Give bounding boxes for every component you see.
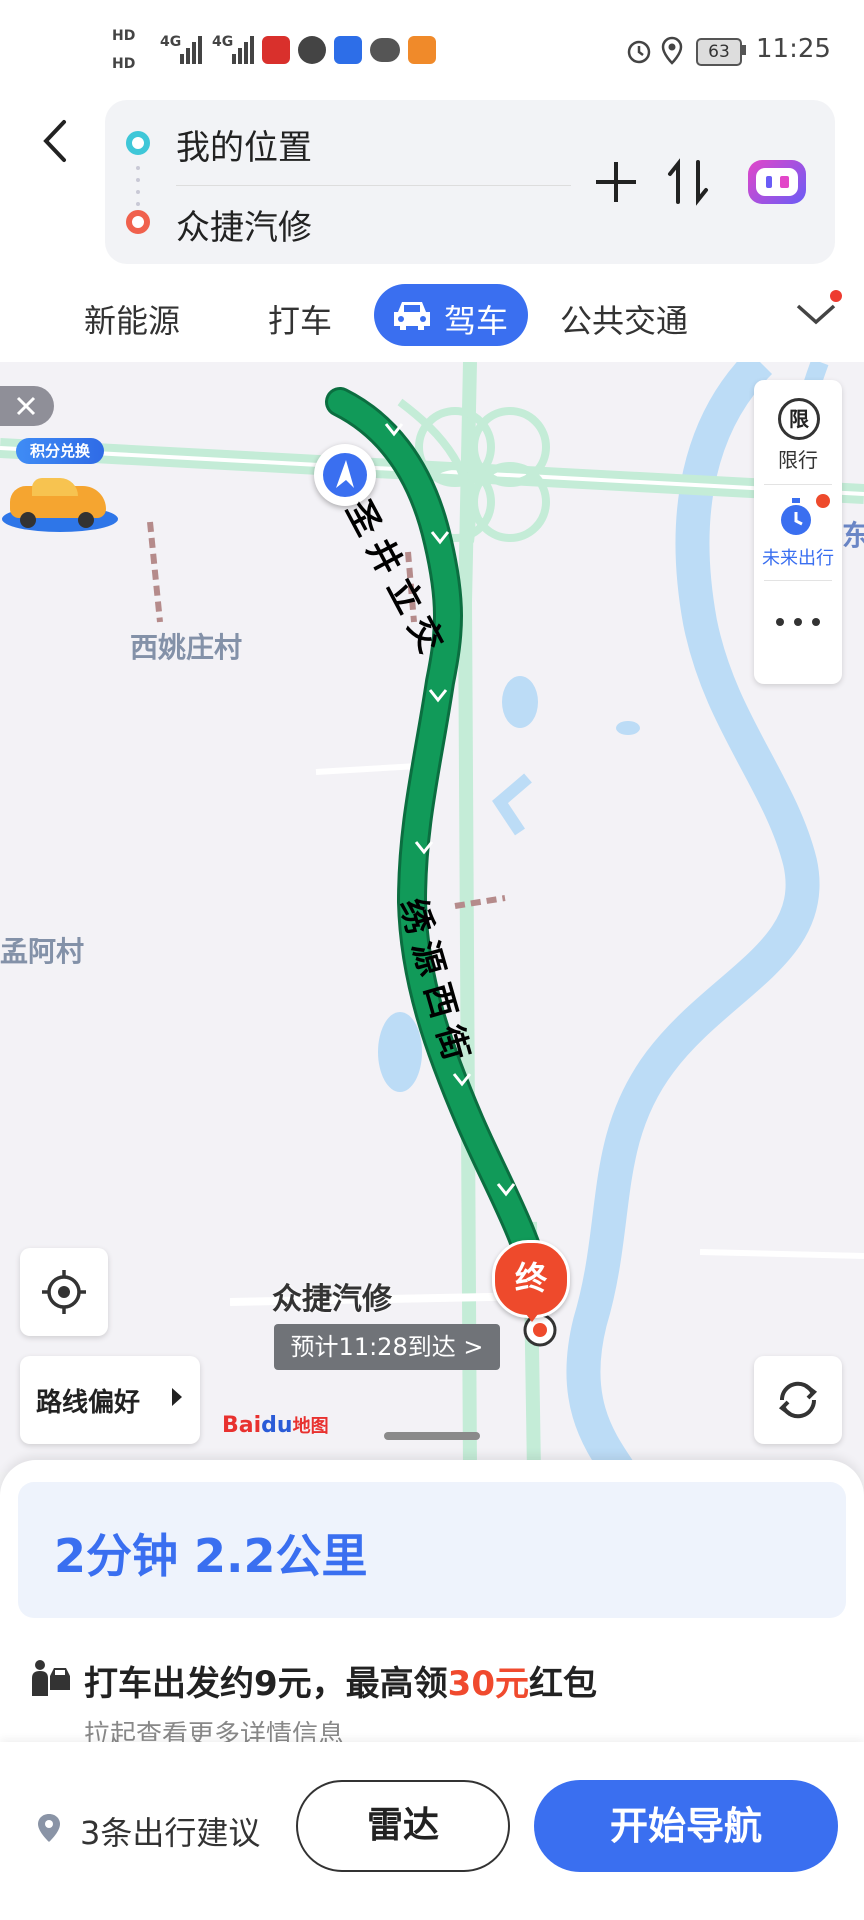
radar-button-label: 雷达	[366, 1805, 439, 1846]
origin-field[interactable]: 我的位置	[176, 120, 312, 169]
network2-indicator: 4G	[212, 34, 234, 50]
future-travel-dot	[816, 494, 830, 508]
village-label-menga: 孟阿村	[0, 935, 85, 968]
destination-map-label: 众捷汽修	[272, 1282, 392, 1317]
logo-bai: Bai	[222, 1413, 262, 1438]
battery-tip	[742, 45, 746, 55]
village-label-xiyaozhuang: 西姚庄村	[130, 631, 243, 664]
tab-taxi[interactable]: 打车	[268, 296, 332, 342]
clock: 11:25	[756, 34, 831, 64]
east-label: 东	[842, 519, 864, 552]
hd1-indicator: HD	[112, 28, 136, 44]
route-distance: 2.2公里	[194, 1529, 368, 1583]
taxi-offer-suffix: 红包	[529, 1664, 597, 1704]
start-navigation-label: 开始导航	[609, 1804, 762, 1848]
pin-icon	[38, 1814, 60, 1842]
locate-button[interactable]	[20, 1248, 108, 1336]
route-preference-button[interactable]: 路线偏好	[20, 1356, 200, 1444]
travel-suggestions-link[interactable]: 3条出行建议	[80, 1808, 260, 1854]
eta-badge[interactable]: 预计11:28到达 >	[274, 1324, 500, 1370]
status-bar: HD HD 4G 4G 63 11:25	[0, 0, 864, 96]
locate-icon	[42, 1270, 86, 1314]
route-time: 2分钟	[54, 1529, 179, 1583]
alarm-icon	[627, 40, 651, 64]
restriction-label[interactable]: 限行	[754, 444, 842, 473]
video-app-icon	[408, 36, 436, 64]
start-navigation-button[interactable]: 开始导航	[534, 1780, 838, 1872]
close-icon	[16, 396, 36, 416]
map-side-panel: 限 限行 未来出行	[754, 380, 842, 684]
destination-field[interactable]: 众捷汽修	[176, 200, 312, 249]
network1-indicator: 4G	[160, 34, 182, 50]
signal1-icon	[180, 36, 202, 64]
route-connector-icon	[126, 131, 150, 234]
hd2-indicator: HD	[112, 56, 136, 72]
notification-dot	[830, 290, 842, 302]
back-arrow-icon[interactable]	[40, 118, 70, 164]
taxi-offer-text[interactable]: 打车出发约9元，最高领30元红包	[84, 1656, 597, 1705]
tab-drive[interactable]: 驾车	[374, 284, 528, 346]
baidu-map-logo: Baidu地图	[222, 1412, 329, 1438]
route-preference-label: 路线偏好	[36, 1388, 141, 1418]
map-view[interactable]: 积分兑换 西姚庄村 孟阿村 东 圣井立交 绣源西街 终 众捷汽修 预计11:28…	[0, 362, 864, 1472]
triangle-right-icon	[172, 1388, 182, 1406]
more-modes-chevron-icon[interactable]	[796, 300, 836, 328]
battery-icon: 63	[696, 38, 742, 66]
future-travel-label[interactable]: 未来出行	[754, 544, 842, 570]
restriction-icon[interactable]: 限	[778, 398, 820, 440]
taxi-offer-prefix: 打车出发约9元，最高领	[84, 1664, 448, 1704]
pond	[378, 1012, 422, 1092]
logo-du: du	[261, 1413, 293, 1438]
future-travel-icon[interactable]	[778, 496, 818, 538]
tab-new-energy[interactable]: 新能源	[84, 296, 180, 342]
navigation-arrow-icon	[323, 453, 367, 497]
bottom-action-bar: 3条出行建议 雷达 开始导航	[0, 1742, 864, 1920]
mic-app-icon	[262, 36, 290, 64]
sheet-drag-handle[interactable]	[384, 1432, 480, 1440]
browser-app-icon	[298, 36, 326, 64]
more-options-icon[interactable]	[774, 616, 822, 628]
tab-transit[interactable]: 公共交通	[560, 296, 688, 342]
assistant-icon[interactable]	[748, 160, 806, 204]
end-marker-pointer	[520, 1306, 544, 1322]
taxi-person-icon	[32, 1660, 70, 1696]
radar-button[interactable]: 雷达	[296, 1780, 510, 1872]
tab-drive-label: 驾车	[444, 302, 509, 340]
refresh-button[interactable]	[754, 1356, 842, 1444]
car-icon	[394, 302, 430, 330]
promo-close-button[interactable]	[0, 386, 54, 426]
add-waypoint-icon[interactable]	[594, 160, 638, 204]
points-exchange-badge[interactable]: 积分兑换	[16, 438, 104, 464]
promo-car-image[interactable]	[2, 470, 118, 532]
logo-map: 地图	[292, 1416, 329, 1437]
divider	[176, 185, 571, 186]
wechat-icon	[370, 38, 400, 62]
d-app-icon	[334, 36, 362, 64]
route-summary-card[interactable]: 2分钟 2.2公里	[18, 1482, 846, 1618]
swap-route-icon[interactable]	[666, 158, 710, 206]
signal2-icon	[232, 36, 254, 64]
taxi-offer-highlight: 30元	[447, 1664, 529, 1704]
refresh-icon	[778, 1381, 818, 1419]
location-status-icon	[661, 36, 683, 65]
